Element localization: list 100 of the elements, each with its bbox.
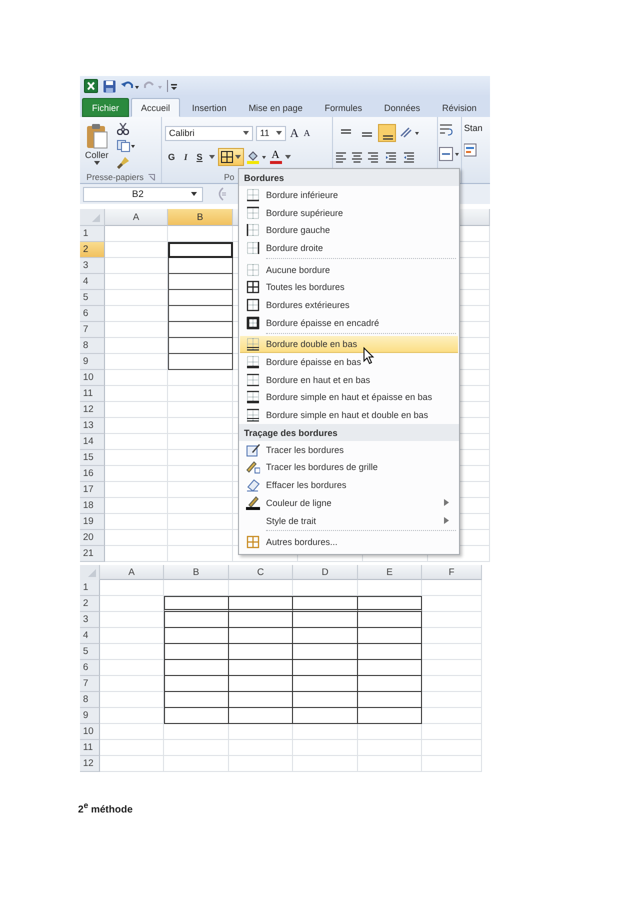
fill-color-icon[interactable] — [246, 150, 267, 164]
grid-cell[interactable] — [293, 676, 358, 692]
row-header[interactable]: 10 — [80, 370, 105, 386]
scissors-icon[interactable] — [116, 123, 129, 135]
save-icon[interactable] — [103, 80, 116, 92]
grid-cell[interactable] — [358, 676, 422, 692]
column-header[interactable]: D — [293, 565, 358, 580]
customize-icon[interactable] — [167, 80, 177, 92]
row-header[interactable]: 10 — [80, 724, 100, 740]
menu-item[interactable]: Bordure droite — [240, 239, 458, 257]
grid-cell[interactable] — [229, 660, 293, 676]
menu-item[interactable]: Bordure gauche — [240, 221, 458, 240]
underline-button[interactable]: S — [194, 152, 206, 162]
menu-item[interactable]: Bordure double en bas — [240, 332, 458, 354]
row-header[interactable]: 9 — [80, 708, 100, 724]
row-header[interactable]: 9 — [80, 354, 105, 370]
menu-item[interactable]: Tracer les bordures de grille — [240, 458, 458, 476]
wrap-text-icon[interactable] — [439, 123, 453, 137]
borders-button[interactable] — [218, 148, 244, 166]
row-header[interactable]: 21 — [80, 546, 105, 562]
number-format-field[interactable]: Stan — [464, 123, 488, 133]
grid-cell[interactable] — [168, 354, 233, 370]
grid-cell[interactable] — [229, 676, 293, 692]
ribbon-tab[interactable]: Données — [374, 98, 430, 117]
row-header[interactable]: 15 — [80, 450, 105, 466]
menu-item[interactable]: Toutes les bordures — [240, 278, 458, 296]
row-header[interactable]: 1 — [80, 580, 100, 596]
menu-item[interactable]: Effacer les bordures — [240, 476, 458, 494]
merge-cells-icon[interactable] — [439, 147, 461, 161]
name-box[interactable]: B2 — [83, 186, 203, 202]
brush-icon[interactable] — [116, 157, 129, 169]
row-header[interactable]: 8 — [80, 692, 100, 708]
grid-cell[interactable] — [358, 628, 422, 644]
menu-item[interactable]: Style de trait — [240, 512, 458, 530]
grid-cell[interactable] — [164, 612, 229, 628]
row-header[interactable]: 17 — [80, 482, 105, 498]
spreadsheet-logo-icon[interactable] — [84, 79, 98, 93]
grid-cell[interactable] — [168, 338, 233, 354]
ribbon-tab[interactable]: Mise en page — [238, 98, 313, 117]
column-header[interactable]: B — [168, 209, 233, 226]
column-header[interactable]: E — [358, 565, 422, 580]
menu-item[interactable]: Bordure inférieure — [240, 186, 458, 204]
grid-cell[interactable] — [358, 612, 422, 628]
grid-cell[interactable] — [168, 290, 233, 306]
row-header[interactable]: 5 — [80, 644, 100, 660]
active-cell[interactable] — [168, 242, 233, 258]
orientation-icon[interactable] — [399, 126, 421, 140]
menu-item[interactable]: Bordure épaisse en bas — [240, 353, 458, 371]
menu-item[interactable]: Bordures extérieures — [240, 296, 458, 314]
select-all-icon[interactable] — [80, 209, 105, 226]
column-header[interactable]: A — [105, 209, 168, 226]
grid-cell[interactable] — [293, 612, 358, 628]
ribbon-tab[interactable]: Formules — [314, 98, 372, 117]
italic-button[interactable]: I — [181, 152, 191, 162]
menu-item[interactable]: Bordure simple en haut et double en bas — [240, 406, 458, 424]
ribbon-tab[interactable]: Insertion — [182, 98, 237, 117]
row-header[interactable]: 12 — [80, 402, 105, 418]
select-all-icon[interactable] — [80, 565, 100, 581]
grid-cell[interactable] — [168, 306, 233, 322]
row-header[interactable]: 14 — [80, 434, 105, 450]
menu-item[interactable]: Bordure épaisse en encadré — [240, 314, 458, 332]
caret-icon[interactable] — [208, 155, 215, 159]
menu-item[interactable]: Autres bordures... — [240, 529, 458, 552]
row-header[interactable]: 2 — [80, 596, 100, 612]
row-header[interactable]: 12 — [80, 756, 100, 772]
bold-button[interactable]: G — [165, 152, 178, 162]
grid-cell[interactable] — [164, 676, 229, 692]
grid-cell[interactable] — [229, 628, 293, 644]
row-header[interactable]: 20 — [80, 530, 105, 546]
row-header[interactable]: 6 — [80, 660, 100, 676]
shrink-font-button[interactable]: A — [302, 128, 312, 138]
grid-cell[interactable] — [164, 708, 229, 724]
grid-cell[interactable] — [293, 644, 358, 660]
grid-cell[interactable] — [229, 596, 293, 612]
grid-cell[interactable] — [293, 660, 358, 676]
column-header[interactable]: B — [164, 565, 229, 580]
grid-cell[interactable] — [358, 644, 422, 660]
grid-cell[interactable] — [358, 660, 422, 676]
font-size-field[interactable]: 11 — [256, 126, 286, 140]
row-header[interactable]: 5 — [80, 290, 105, 306]
column-header[interactable]: F — [422, 565, 482, 580]
row-header[interactable]: 11 — [80, 386, 105, 402]
row-header[interactable]: 16 — [80, 466, 105, 482]
row-header[interactable]: 2 — [80, 242, 105, 258]
grid-cell[interactable] — [229, 644, 293, 660]
grid-cell[interactable] — [293, 628, 358, 644]
grid-cell[interactable] — [358, 596, 422, 612]
row-header[interactable]: 4 — [80, 628, 100, 644]
menu-item[interactable]: Bordure en haut et en bas — [240, 370, 458, 389]
row-header[interactable]: 11 — [80, 740, 100, 756]
grid-cell[interactable] — [358, 708, 422, 724]
row-header[interactable]: 18 — [80, 498, 105, 514]
launcher-icon[interactable] — [148, 174, 155, 180]
row-header[interactable]: 6 — [80, 306, 105, 322]
caret-icon[interactable] — [284, 155, 290, 159]
row-header[interactable]: 3 — [80, 258, 105, 274]
row-header[interactable]: 13 — [80, 418, 105, 434]
grid-cell[interactable] — [293, 708, 358, 724]
menu-item[interactable]: Couleur de ligne — [240, 494, 458, 512]
row-header[interactable]: 7 — [80, 676, 100, 692]
